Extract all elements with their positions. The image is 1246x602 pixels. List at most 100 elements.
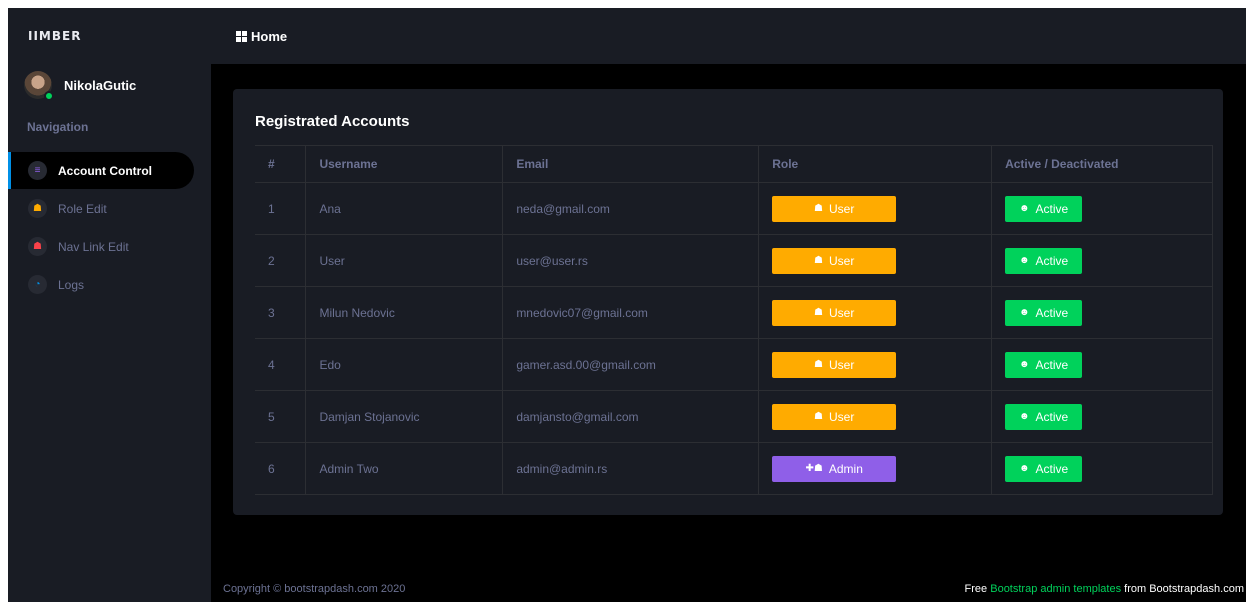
status-label: Active [1035, 253, 1069, 268]
status-label: Active [1035, 305, 1069, 320]
status-label: Active [1035, 357, 1069, 372]
row-status-cell: ☻ Active [991, 234, 1213, 287]
smile-icon: ☻ [1018, 203, 1030, 214]
row-email: admin@admin.rs [502, 442, 759, 495]
column-header-email: Email [502, 145, 759, 183]
user-role-button[interactable]: ☗ User [772, 247, 897, 274]
nav-heading: Navigation [27, 120, 89, 134]
accounts-table: # Username Email Role Active / Deactivat… [255, 145, 1213, 495]
footer-credits: Free Bootstrap admin templates from Boot… [965, 583, 1244, 595]
sidebar-item-account-control[interactable]: ≡ Account Control [8, 152, 194, 189]
role-label: User [829, 305, 855, 320]
row-email: user@user.rs [502, 234, 759, 287]
role-label: User [829, 409, 855, 424]
column-header-number: # [255, 145, 306, 183]
row-number: 3 [255, 286, 306, 339]
top-bar: Home [211, 8, 1246, 64]
row-status-cell: ☻ Active [991, 286, 1213, 339]
active-status-button[interactable]: ☻ Active [1005, 299, 1083, 326]
active-status-button[interactable]: ☻ Active [1005, 351, 1083, 378]
sidebar-item-role-edit[interactable]: ☗ Role Edit [8, 190, 194, 227]
table-row: 3 Milun Nedovic mnedovic07@gmail.com ☗ User ☻… [255, 286, 1213, 339]
active-status-button[interactable]: ☻ Active [1005, 195, 1083, 222]
row-status-cell: ☻ Active [991, 182, 1213, 235]
active-status-button[interactable]: ☻ Active [1005, 403, 1083, 430]
profile-name: NikolaGutic [64, 77, 137, 93]
gauge-icon: ◔ [28, 275, 47, 294]
table-header-row: # Username Email Role Active / Deactivat… [255, 145, 1213, 183]
footer-suffix: from Bootstrapdash.com [1124, 583, 1244, 595]
list-icon: ≡ [28, 161, 47, 180]
brand[interactable]: IIMBER [8, 8, 211, 64]
smile-icon: ☻ [1018, 255, 1030, 266]
app-logo: IIMBER [28, 29, 82, 43]
table-row: 6 Admin Two admin@admin.rs ✚☗ Admin ☻ Active [255, 442, 1213, 495]
row-username: Milun Nedovic [305, 286, 503, 339]
sidebar-item-nav-link-edit[interactable]: ☗ Nav Link Edit [8, 228, 194, 265]
status-label: Active [1035, 409, 1069, 424]
user-role-button[interactable]: ☗ User [772, 299, 897, 326]
row-email: neda@gmail.com [502, 182, 759, 235]
footer-templates-link[interactable]: Bootstrap admin templates [990, 583, 1121, 595]
column-header-username: Username [305, 145, 503, 183]
sidebar-item-label: Account Control [58, 163, 152, 178]
role-label: User [829, 201, 855, 216]
table-row: 5 Damjan Stojanovic damjansto@gmail.com ☗ Us… [255, 390, 1213, 443]
row-status-cell: ☻ Active [991, 442, 1213, 495]
user-role-button[interactable]: ☗ User [772, 195, 897, 222]
row-number: 1 [255, 182, 306, 235]
row-email: damjansto@gmail.com [502, 390, 759, 443]
role-icon: ☗ [28, 199, 47, 218]
row-username: Ana [305, 182, 503, 235]
footer-copyright: Copyright © bootstrapdash.com 2020 [223, 583, 406, 595]
row-email: mnedovic07@gmail.com [502, 286, 759, 339]
row-username: Edo [305, 338, 503, 391]
footer-prefix: Free [964, 583, 988, 595]
smile-icon: ☻ [1018, 307, 1030, 318]
user-profile[interactable]: NikolaGutic [8, 64, 211, 106]
sidebar-nav: ≡ Account Control ☗ Role Edit ☗ Nav Link Edit… [8, 152, 211, 303]
grid-icon [236, 30, 247, 42]
row-username: Admin Two [305, 442, 503, 495]
user-role-button[interactable]: ☗ User [772, 403, 897, 430]
status-label: Active [1035, 461, 1069, 476]
active-status-button[interactable]: ☻ Active [1005, 455, 1083, 482]
row-number: 4 [255, 338, 306, 391]
smile-icon: ☻ [1018, 463, 1030, 474]
column-header-role: Role [758, 145, 992, 183]
user-icon: ☗ [814, 203, 824, 214]
smile-icon: ☻ [1018, 411, 1030, 422]
page-title[interactable]: Home [251, 29, 287, 44]
link-icon: ☗ [28, 237, 47, 256]
sidebar-item-logs[interactable]: ◔ Logs [8, 266, 194, 303]
row-role-cell: ☗ User [758, 286, 992, 339]
row-status-cell: ☻ Active [991, 390, 1213, 443]
admin-role-button[interactable]: ✚☗ Admin [772, 455, 897, 482]
user-icon: ☗ [814, 255, 824, 266]
row-number: 2 [255, 234, 306, 287]
user-icon: ☗ [814, 411, 824, 422]
user-plus-icon: ✚☗ [805, 463, 823, 474]
column-header-status: Active / Deactivated [991, 145, 1213, 183]
user-role-button[interactable]: ☗ User [772, 351, 897, 378]
row-role-cell: ☗ User [758, 390, 992, 443]
row-role-cell: ✚☗ Admin [758, 442, 992, 495]
table-row: 4 Edo gamer.asd.00@gmail.com ☗ User ☻ Active [255, 338, 1213, 391]
sidebar-item-label: Logs [58, 277, 85, 292]
row-role-cell: ☗ User [758, 182, 992, 235]
active-status-button[interactable]: ☻ Active [1005, 247, 1083, 274]
sidebar: IIMBER NikolaGutic Navigation ≡ Account C… [8, 8, 211, 602]
row-number: 6 [255, 442, 306, 495]
table-row: 2 User user@user.rs ☗ User ☻ Active [255, 234, 1213, 287]
row-email: gamer.asd.00@gmail.com [502, 338, 759, 391]
row-number: 5 [255, 390, 306, 443]
status-label: Active [1035, 201, 1069, 216]
row-status-cell: ☻ Active [991, 338, 1213, 391]
row-username: User [305, 234, 503, 287]
user-icon: ☗ [814, 359, 824, 370]
card-title: Registrated Accounts [255, 113, 410, 130]
table-row: 1 Ana neda@gmail.com ☗ User ☻ Active [255, 182, 1213, 235]
app-frame: IIMBER NikolaGutic Navigation ≡ Account C… [8, 8, 1246, 602]
row-role-cell: ☗ User [758, 234, 992, 287]
role-label: User [829, 357, 855, 372]
